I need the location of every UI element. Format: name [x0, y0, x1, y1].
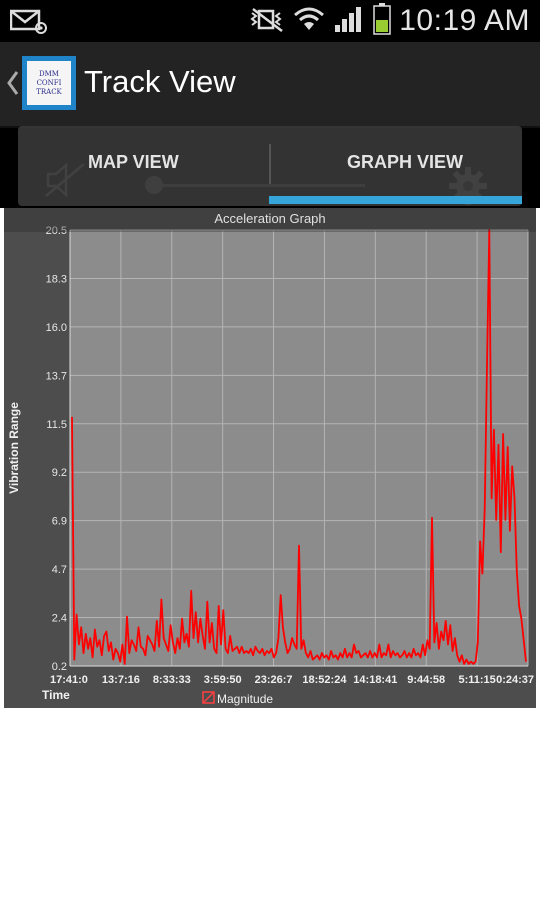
x-tick-label: 23:26:7: [255, 674, 293, 686]
y-tick-label: 9.2: [52, 467, 67, 479]
x-tick-label: 9:44:58: [407, 674, 445, 686]
tab-divider: [269, 144, 271, 184]
y-tick-label: 16.0: [46, 322, 67, 334]
page-title: Track View: [84, 64, 236, 99]
view-tabs: MAP VIEW GRAPH VIEW: [18, 126, 522, 206]
logo-line: TRACK: [36, 87, 62, 96]
y-tick-label: 18.3: [46, 273, 67, 285]
tab-map-view[interactable]: MAP VIEW: [88, 152, 179, 173]
x-tick-label: 18:52:24: [302, 674, 347, 686]
status-bar: 10:19 AM: [0, 0, 540, 42]
action-bar: DMM CONFI TRACK Track View: [0, 42, 540, 128]
y-tick-label: 4.7: [52, 564, 67, 576]
y-tick-label: 2.4: [52, 613, 67, 625]
app-logo[interactable]: DMM CONFI TRACK: [22, 56, 76, 110]
graph-title-bar: Acceleration Graph: [4, 208, 536, 232]
legend-label: Magnitude: [217, 692, 273, 706]
acceleration-chart[interactable]: 0.22.44.76.99.211.513.716.018.320.517:41…: [4, 208, 536, 708]
plot-area: [70, 230, 528, 666]
logo-line: DMM: [39, 69, 59, 78]
acceleration-graph-panel: 0.2 2.4 4.7 6.9 9.2 11.5 13.7 16.0 18.3 20.5 17:41…: [4, 208, 536, 708]
email-notification-icon: [9, 8, 48, 39]
status-clock: 10:19 AM: [399, 4, 530, 37]
x-tick-label: 13:7:16: [102, 674, 140, 686]
x-tick-label: 5:11:15: [458, 674, 495, 686]
signal-icon: [333, 5, 365, 38]
wifi-icon: [293, 6, 325, 37]
chart-title: Acceleration Graph: [214, 211, 326, 226]
y-tick-label: 0.2: [52, 661, 67, 673]
empty-area: [0, 708, 540, 900]
back-caret-icon[interactable]: [6, 70, 20, 101]
y-tick-label: 6.9: [52, 516, 67, 528]
x-tick-label: 3:59:50: [204, 674, 242, 686]
x-tick-label: 8:33:33: [153, 674, 191, 686]
selected-tab-indicator: [269, 196, 522, 204]
y-axis-title: Vibration Range: [7, 402, 21, 494]
logo-line: CONFI: [36, 78, 62, 87]
x-tick-label: 17:41:0: [50, 674, 88, 686]
x-axis-title: Time: [42, 688, 70, 702]
battery-icon: [373, 2, 391, 40]
x-tick-label: 0:24:37: [496, 674, 534, 686]
tab-graph-view[interactable]: GRAPH VIEW: [347, 152, 463, 173]
x-tick-label: 14:18:41: [353, 674, 397, 686]
y-tick-label: 11.5: [46, 419, 67, 431]
vibrate-mode-icon: [249, 6, 285, 37]
legend-swatch-mark: [202, 691, 215, 704]
y-tick-label: 13.7: [46, 370, 67, 382]
